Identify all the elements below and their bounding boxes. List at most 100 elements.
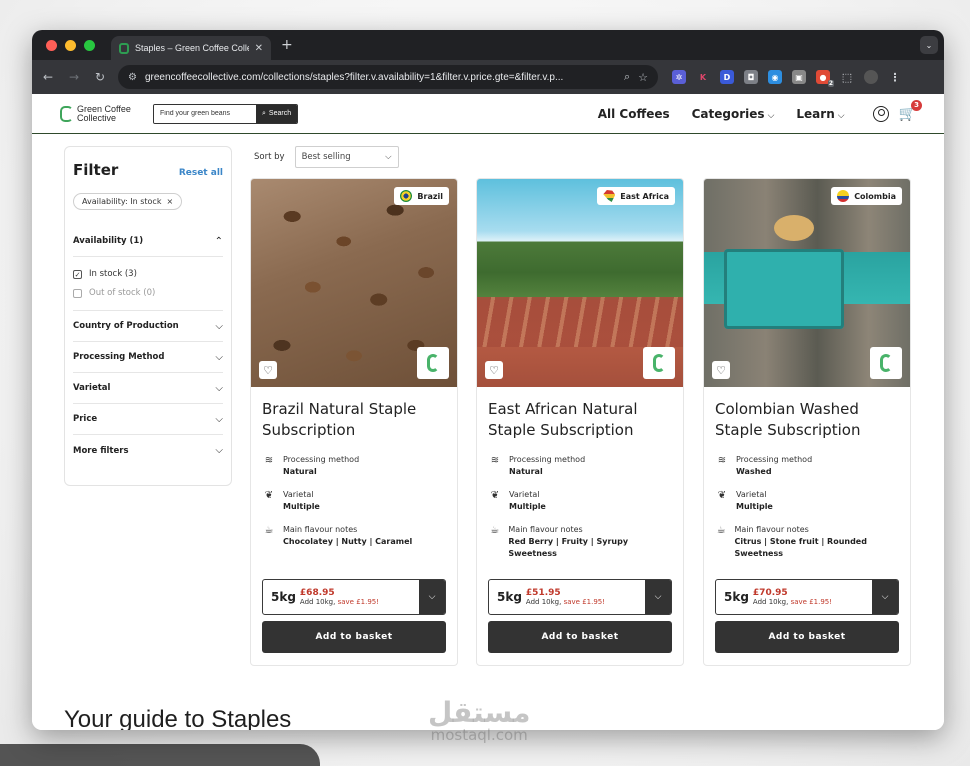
- extension-k-icon[interactable]: K: [696, 70, 710, 84]
- chevron-down-icon: ⌵: [385, 152, 392, 162]
- chevron-down-icon[interactable]: ⌵: [645, 580, 671, 614]
- browser-tab[interactable]: Staples – Green Coffee Collec ✕: [111, 36, 271, 60]
- cart-icon[interactable]: 🛒 3: [899, 99, 922, 122]
- add-to-basket-button[interactable]: Add to basket: [488, 621, 672, 653]
- extension-paint-icon[interactable]: ◉: [768, 70, 782, 84]
- reset-all-link[interactable]: Reset all: [179, 168, 223, 178]
- chrome-menu-icon[interactable]: ⋮: [888, 70, 902, 84]
- watermark-latin: mostaql.com: [430, 726, 528, 744]
- extensions-puzzle-icon[interactable]: ⬚: [840, 70, 854, 84]
- search-button[interactable]: ⌕ Search: [256, 104, 298, 123]
- guide-heading: Your guide to Staples: [64, 706, 292, 730]
- attr-flavour: ☕ Main flavour notes Citrus | Stone fruit…: [715, 525, 899, 560]
- filter-header: Filter Reset all: [73, 161, 223, 179]
- attr-value: Multiple: [736, 502, 773, 511]
- maximize-window-button[interactable]: [84, 39, 95, 51]
- product-name[interactable]: East African Natural Staple Subscription: [488, 399, 672, 443]
- attr-label: Processing method: [283, 455, 360, 464]
- product-card[interactable]: Colombia ♡ Colombian Washed Staple Subsc…: [703, 178, 911, 666]
- tab-search-icon[interactable]: ⌄: [920, 36, 938, 54]
- availability-options: ✓ In stock (3) Out of stock (0): [73, 256, 223, 311]
- facet-availability-label: Availability (1): [73, 236, 144, 246]
- product-image[interactable]: Brazil ♡: [251, 179, 457, 387]
- extension-camera-icon[interactable]: ◘: [744, 70, 758, 84]
- wishlist-heart-icon[interactable]: ♡: [485, 361, 503, 379]
- variant-select[interactable]: 5kg £51.95 Add 10kg, save £1.95! ⌵: [488, 579, 672, 615]
- sort-row: Sort by Best selling ⌵: [254, 146, 399, 168]
- sort-select[interactable]: Best selling ⌵: [294, 146, 399, 168]
- forward-icon[interactable]: →: [66, 70, 82, 84]
- browser-window: Staples – Green Coffee Collec ✕ + ⌄ ← → …: [32, 30, 944, 730]
- new-tab-icon[interactable]: +: [281, 37, 293, 53]
- header-icons: 🛒 3: [872, 99, 922, 122]
- wishlist-heart-icon[interactable]: ♡: [259, 361, 277, 379]
- wishlist-heart-icon[interactable]: ♡: [712, 361, 730, 379]
- upsell-save: save £1.95!: [790, 598, 833, 606]
- site-logo[interactable]: Green Coffee Collective: [60, 103, 137, 123]
- variant-select[interactable]: 5kg £70.95 Add 10kg, save £1.95! ⌵: [715, 579, 899, 615]
- checkbox-icon[interactable]: [73, 288, 82, 298]
- account-icon[interactable]: [872, 105, 889, 122]
- product-name[interactable]: Colombian Washed Staple Subscription: [715, 399, 899, 443]
- profile-avatar[interactable]: [864, 70, 878, 84]
- product-card[interactable]: Brazil ♡ Brazil Natural Staple Subscript…: [250, 178, 458, 666]
- facet-availability[interactable]: Availability (1) ⌃: [73, 226, 223, 257]
- attr-value: Multiple: [283, 502, 320, 511]
- cup-icon: ☕: [716, 525, 726, 536]
- nav-categories[interactable]: Categories ⌵: [692, 107, 775, 121]
- facet-varietal[interactable]: Varietal ⌵: [73, 373, 223, 404]
- colombia-flag-icon: [837, 190, 850, 202]
- product-image[interactable]: East Africa ♡: [477, 179, 683, 387]
- plant-icon: ❦: [717, 490, 727, 501]
- minimize-window-button[interactable]: [65, 39, 76, 51]
- chevron-down-icon[interactable]: ⌵: [419, 580, 445, 614]
- facet-price[interactable]: Price ⌵: [73, 404, 223, 435]
- site-settings-icon[interactable]: ⚙: [128, 72, 137, 83]
- close-tab-icon[interactable]: ✕: [255, 43, 263, 54]
- product-card[interactable]: East Africa ♡ East African Natural Stapl…: [476, 178, 684, 666]
- variant-size: 5kg: [724, 590, 749, 604]
- product-name[interactable]: Brazil Natural Staple Subscription: [262, 399, 446, 443]
- attr-label: Processing method: [736, 455, 813, 464]
- zoom-icon[interactable]: ⌕: [624, 71, 630, 84]
- attr-label: Varietal: [736, 490, 767, 499]
- nav-all-coffees[interactable]: All Coffees: [598, 107, 670, 121]
- variant-price: £70.95: [752, 588, 788, 598]
- extension-red-icon[interactable]: ● 2: [816, 70, 834, 87]
- extension-box-icon[interactable]: ▣: [792, 70, 806, 84]
- chevron-down-icon[interactable]: ⌵: [872, 580, 898, 614]
- extension-d-icon[interactable]: D: [720, 70, 734, 84]
- logo-text: Green Coffee Collective: [77, 103, 131, 123]
- facet-country[interactable]: Country of Production ⌵: [73, 311, 223, 342]
- option-in-stock[interactable]: ✓ In stock (3): [73, 269, 223, 279]
- variant-select[interactable]: 5kg £68.95 Add 10kg, save £1.95! ⌵: [262, 579, 446, 615]
- reload-icon[interactable]: ↻: [92, 70, 108, 84]
- nav-learn[interactable]: Learn ⌵: [796, 107, 844, 121]
- remove-filter-icon[interactable]: ×: [166, 197, 173, 206]
- option-out-of-stock[interactable]: Out of stock (0): [73, 288, 223, 298]
- checkbox-checked-icon[interactable]: ✓: [73, 269, 82, 279]
- sort-label: Sort by: [254, 152, 285, 162]
- facet-processing[interactable]: Processing Method ⌵: [73, 342, 223, 373]
- address-bar[interactable]: ⚙ greencoffeecollective.com/collections/…: [118, 65, 658, 89]
- variant-prices: £70.95 Add 10kg, save £1.95!: [753, 580, 872, 614]
- variant-prices: £51.95 Add 10kg, save £1.95!: [526, 580, 645, 614]
- extension-gear-icon[interactable]: ✲: [672, 70, 686, 84]
- search-input[interactable]: [154, 104, 256, 123]
- waves-icon: ≋: [264, 455, 274, 466]
- add-to-basket-button[interactable]: Add to basket: [262, 621, 446, 653]
- add-to-basket-button[interactable]: Add to basket: [715, 621, 899, 653]
- facet-more[interactable]: More filters ⌵: [73, 435, 223, 466]
- bookmark-star-icon[interactable]: ☆: [638, 71, 648, 84]
- origin-label: Brazil: [417, 191, 443, 201]
- cup-icon: ☕: [490, 525, 500, 536]
- product-image[interactable]: Colombia ♡: [704, 179, 910, 387]
- facet-label: Varietal: [73, 383, 111, 393]
- url-text: greencoffeecollective.com/collections/st…: [144, 71, 564, 83]
- back-icon[interactable]: ←: [40, 70, 56, 84]
- close-window-button[interactable]: [46, 39, 57, 51]
- attr-value: Red Berry | Fruity | Syrupy Sweetness: [508, 537, 629, 558]
- facet-label: Price: [73, 414, 98, 424]
- upsell-save: save £1.95!: [337, 598, 380, 606]
- active-filter-chip[interactable]: Availability: In stock ×: [73, 193, 183, 210]
